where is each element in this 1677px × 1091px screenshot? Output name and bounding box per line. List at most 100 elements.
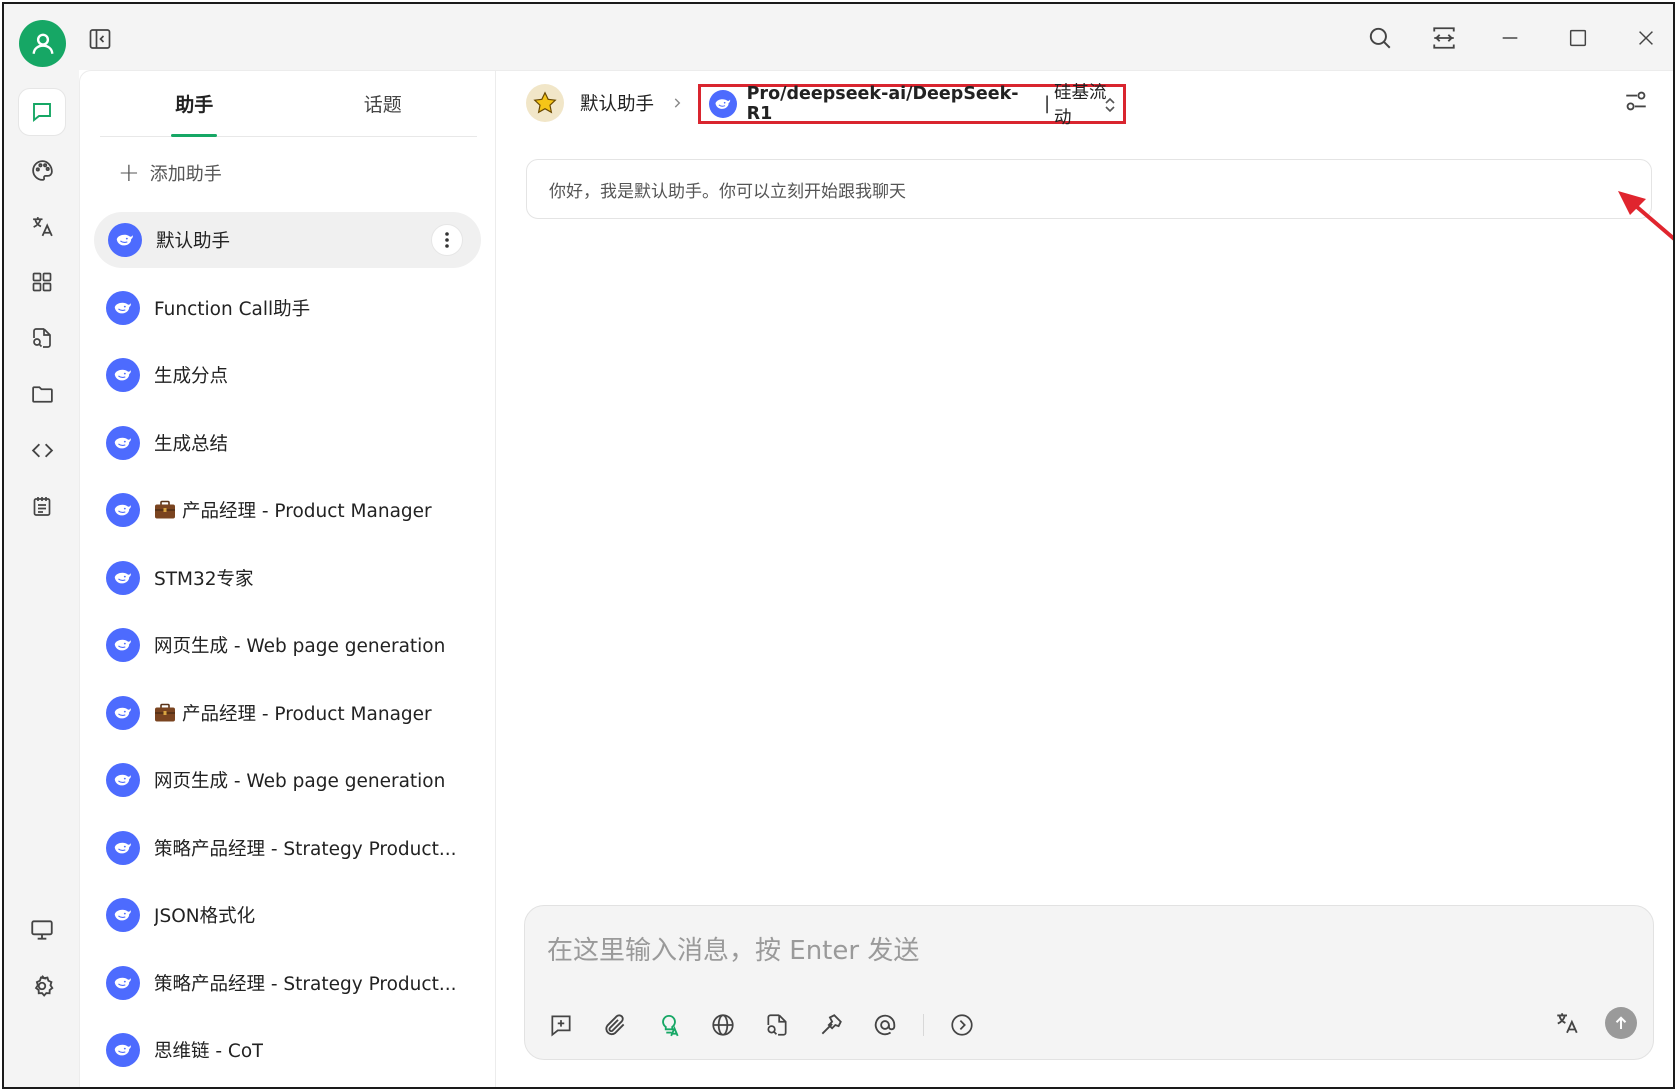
- model-selector[interactable]: Pro/deepseek-ai/DeepSeek-R1 | 硅基流动: [698, 83, 1126, 128]
- assistant-item[interactable]: 默认助手: [94, 212, 481, 268]
- assistant-avatar: [106, 628, 140, 662]
- assistant-item[interactable]: 生成总结: [94, 415, 481, 471]
- assistant-item[interactable]: 网页生成 - Web page generation: [94, 617, 481, 673]
- assistant-label: 生成分点: [154, 366, 229, 387]
- rail-notes[interactable]: [18, 482, 66, 530]
- whale-logo-icon: [116, 234, 133, 246]
- assistant-avatar[interactable]: [526, 84, 564, 122]
- maximize-icon[interactable]: [1562, 22, 1594, 54]
- close-icon[interactable]: [1630, 22, 1662, 54]
- assistant-item[interactable]: 策略产品经理 - Strategy Product...: [94, 955, 481, 1011]
- whale-logo-icon: [114, 504, 131, 516]
- whale-logo-icon: [114, 774, 131, 786]
- rail-display[interactable]: [18, 906, 66, 954]
- attachment-icon[interactable]: [597, 1007, 633, 1043]
- assistant-avatar: [106, 1033, 140, 1067]
- whale-logo-icon: [715, 99, 730, 109]
- composer-actions: [1549, 1005, 1637, 1041]
- assistant-avatar: [108, 223, 142, 257]
- notes-icon: [33, 497, 51, 516]
- search-icon[interactable]: [1364, 22, 1396, 54]
- assistant-avatar: [106, 763, 140, 797]
- palette-icon: [31, 159, 53, 181]
- prompt-suggest-icon[interactable]: [651, 1007, 687, 1043]
- monitor-icon: [31, 920, 53, 940]
- tab-topics[interactable]: 话题: [289, 71, 478, 136]
- assistant-avatar: [106, 290, 140, 325]
- breadcrumb-assistant[interactable]: 默认助手: [580, 90, 654, 116]
- assistant-list: 默认助手 Function Call助手生成分点生成总结产品经理 - Produc…: [94, 212, 481, 1087]
- assistant-item[interactable]: 产品经理 - Product Manager: [94, 482, 481, 538]
- mention-icon[interactable]: [867, 1007, 903, 1043]
- rail-palette[interactable]: [18, 146, 66, 194]
- assistant-label: 思维链 - CoT: [154, 1041, 264, 1062]
- code-icon: [31, 443, 53, 457]
- add-assistant-label: 添加助手: [149, 164, 222, 185]
- assistant-sidebar: 助手 话题 + 添加助手 默认助手 Function Call助手生成分点生成总结…: [79, 70, 496, 1087]
- assistant-item[interactable]: 生成分点: [94, 347, 481, 403]
- send-button[interactable]: [1605, 1007, 1637, 1039]
- user-avatar[interactable]: [19, 20, 66, 67]
- translate-icon: [32, 216, 53, 236]
- translate-input-icon[interactable]: [1549, 1005, 1585, 1041]
- assistant-item[interactable]: Function Call助手: [94, 280, 481, 336]
- rail-chat[interactable]: [18, 88, 66, 136]
- assistant-label: 产品经理 - Product Manager: [154, 700, 432, 726]
- chat-icon: [33, 103, 51, 122]
- whale-logo-icon: [114, 707, 131, 718]
- assistant-item[interactable]: 产品经理 - Product Manager: [94, 685, 481, 741]
- assistant-label: 网页生成 - Web page generation: [154, 771, 446, 792]
- whale-logo-icon: [114, 369, 131, 381]
- sidebar-toggle-icon[interactable]: [86, 25, 114, 53]
- apps-icon: [32, 272, 52, 292]
- new-topic-icon[interactable]: [543, 1007, 579, 1043]
- knowledge-base-icon[interactable]: [759, 1007, 795, 1043]
- assistant-avatar: [106, 695, 140, 730]
- settings-gear-icon: [34, 975, 54, 997]
- star-icon: [533, 91, 557, 114]
- breadcrumb: 默认助手: [526, 83, 700, 123]
- assistant-avatar: [106, 358, 140, 392]
- tab-assistants[interactable]: 助手: [100, 71, 289, 136]
- expand-icon[interactable]: [944, 1007, 980, 1043]
- toolbar-divider: [923, 1014, 924, 1036]
- tools-hammer-icon[interactable]: [813, 1007, 849, 1043]
- greeting-message: 你好，我是默认助手。你可以立刻开始跟我聊天: [526, 159, 1652, 219]
- chat-panel: 默认助手 Pro/deepseek-ai/DeepSeek-R1 | 硅基流动 …: [496, 70, 1673, 1087]
- file-search-icon: [33, 328, 51, 348]
- composer-toolbar: [543, 1007, 980, 1043]
- plus-icon: +: [118, 158, 140, 188]
- whale-logo-icon: [114, 437, 131, 448]
- assistant-item[interactable]: 策略产品经理 - Strategy Product...: [94, 820, 481, 876]
- assistant-label: STM32专家: [154, 568, 254, 590]
- rail-translate[interactable]: [18, 202, 66, 250]
- briefcase-icon: [154, 500, 176, 520]
- assistant-item[interactable]: 思维链 - CoT: [94, 1022, 481, 1078]
- assistant-label: JSON格式化: [154, 906, 256, 927]
- chat-settings-icon[interactable]: [1623, 88, 1649, 118]
- user-icon: [32, 33, 53, 54]
- web-search-icon[interactable]: [705, 1007, 741, 1043]
- sidebar-tabs: 助手 话题: [100, 71, 477, 137]
- message-input[interactable]: 在这里输入消息，按 Enter 发送: [547, 930, 919, 967]
- app-window: 助手 话题 + 添加助手 默认助手 Function Call助手生成分点生成总结…: [2, 2, 1675, 1089]
- rail-files[interactable]: [18, 370, 66, 418]
- add-assistant-button[interactable]: + 添加助手: [118, 160, 222, 186]
- assistant-label: 策略产品经理 - Strategy Product...: [154, 973, 457, 995]
- assistant-label: 策略产品经理 - Strategy Product...: [154, 838, 457, 860]
- minimize-icon[interactable]: [1494, 22, 1526, 54]
- rail-apps[interactable]: [18, 258, 66, 306]
- model-avatar: [709, 90, 737, 118]
- rail-settings[interactable]: [18, 962, 66, 1010]
- fullscreen-icon[interactable]: [1428, 22, 1460, 54]
- assistant-item[interactable]: JSON格式化: [94, 887, 481, 943]
- message-composer: 在这里输入消息，按 Enter 发送: [524, 905, 1654, 1060]
- assistant-item[interactable]: STM32专家: [94, 550, 481, 606]
- assistant-avatar: [106, 560, 140, 595]
- assistant-item[interactable]: 网页生成 - Web page generation: [94, 752, 481, 808]
- model-separator: |: [1044, 94, 1050, 114]
- rail-code[interactable]: [18, 426, 66, 474]
- rail-file-search[interactable]: [18, 314, 66, 362]
- whale-logo-icon: [114, 1044, 131, 1056]
- more-options-icon[interactable]: [431, 224, 463, 256]
